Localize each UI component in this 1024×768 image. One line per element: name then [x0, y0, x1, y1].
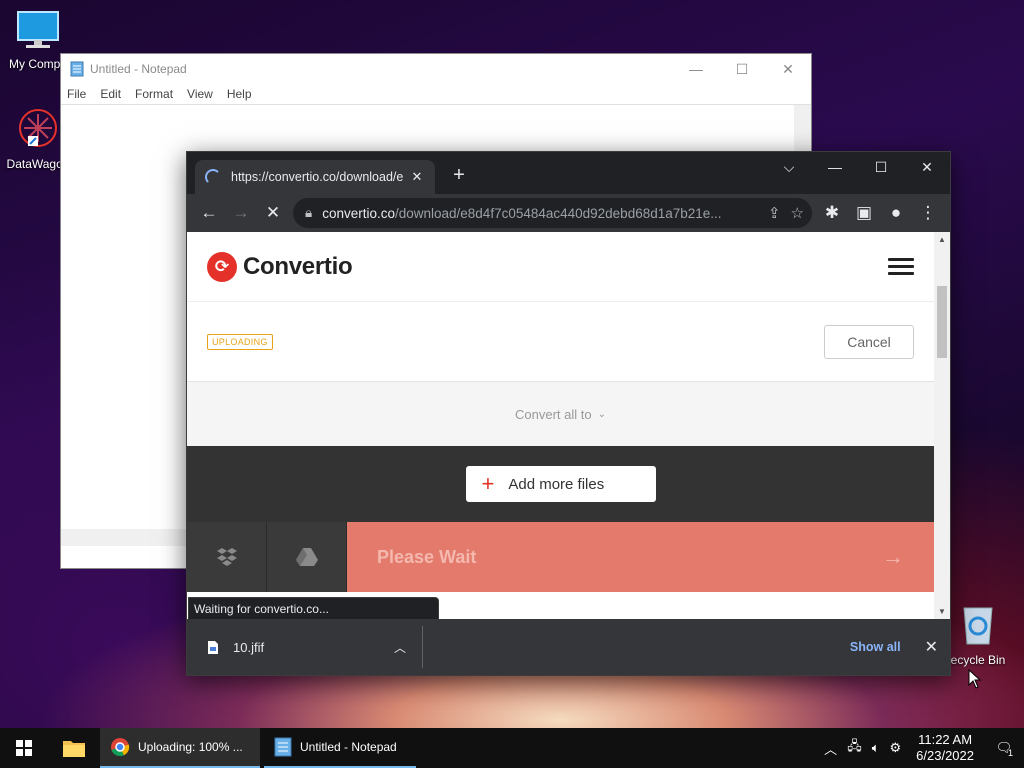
clock-date: 6/23/2022 — [916, 748, 974, 763]
google-drive-icon — [295, 548, 318, 566]
system-tray: ︿ 🖧︎ 🔈︎ ⚙︎ 11:22 AM 6/23/2022 🗨︎ 1 — [819, 728, 1024, 768]
taskbar-notepad-app[interactable]: Untitled - Notepad — [264, 728, 416, 768]
minimize-button[interactable]: — — [673, 61, 719, 78]
action-row: Please Wait → — [187, 522, 934, 592]
scrollbar-thumb[interactable] — [937, 286, 947, 358]
maximize-button[interactable]: ☐ — [858, 152, 904, 182]
please-wait-label: Please Wait — [377, 546, 477, 567]
page-viewport: ⟳ Convertio UPLOADING Cancel Convert all… — [187, 232, 934, 619]
notification-icon: 🗨︎ — [995, 740, 1013, 755]
download-filename: 10.jfif — [233, 639, 265, 655]
add-more-files-label: Add more files — [508, 475, 605, 493]
computer-icon — [17, 11, 59, 48]
clock[interactable]: 11:22 AM 6/23/2022 — [906, 732, 984, 764]
minimize-button[interactable]: — — [812, 152, 858, 182]
close-shelf-icon[interactable]: ✕ — [925, 637, 938, 657]
address-bar[interactable]: 🔒︎ convertio.co/download/e8d4f7c05484ac4… — [293, 198, 812, 228]
volume-icon[interactable]: 🔈︎ — [867, 740, 885, 756]
menu-kebab-icon[interactable]: ⋮ — [912, 203, 944, 223]
dropbox-icon — [216, 548, 237, 566]
settings-gear-icon[interactable]: ⚙︎ — [885, 740, 907, 756]
close-button[interactable]: ✕ — [904, 152, 950, 182]
site-header: ⟳ Convertio — [187, 232, 934, 302]
windows-logo-icon — [16, 740, 32, 756]
taskbar-app-label: Uploading: 100% ... — [138, 740, 243, 754]
file-icon — [208, 640, 218, 654]
file-upload-row: UPLOADING Cancel — [187, 302, 934, 382]
maximize-button[interactable]: ☐ — [719, 61, 765, 78]
lock-icon: 🔒︎ — [305, 205, 313, 220]
tab-search-chevron-icon[interactable]: ⌵ — [766, 152, 812, 182]
status-badge: UPLOADING — [207, 333, 273, 350]
menu-view[interactable]: View — [187, 87, 213, 101]
notepad-title: Untitled - Notepad — [90, 62, 187, 76]
scroll-down-arrow-icon[interactable]: ▼ — [934, 607, 950, 616]
chevron-down-icon: ⌄ — [597, 408, 606, 420]
notepad-titlebar[interactable]: Untitled - Notepad — ☐ ✕ — [61, 54, 811, 84]
file-explorer-button[interactable] — [48, 728, 100, 768]
convertio-logo-icon[interactable]: ⟳ — [207, 251, 237, 282]
site-logo-text[interactable]: Convertio — [243, 253, 353, 281]
notification-count: 1 — [1008, 748, 1014, 758]
desktop-icon-recycle-bin[interactable]: ecycle Bin — [940, 602, 1016, 667]
tab-strip: https://convertio.co/download/e ✕ + ⌵ — … — [187, 152, 950, 194]
extensions-puzzle-icon[interactable]: ✱ — [816, 203, 848, 223]
url-path: /download/e8d4f7c05484ac440d92debd68d1a7… — [394, 205, 722, 221]
profile-icon[interactable]: ● — [880, 203, 912, 223]
taskbar-app-label: Untitled - Notepad — [300, 740, 397, 754]
side-panel-icon[interactable]: ▣ — [848, 203, 880, 223]
scroll-up-arrow-icon[interactable]: ▲ — [934, 235, 950, 244]
share-icon[interactable]: ⇪ — [768, 204, 781, 222]
convert-all-label: Convert all to — [515, 406, 592, 422]
notepad-icon — [70, 61, 84, 77]
forward-button[interactable]: → — [225, 203, 257, 223]
new-tab-button[interactable]: + — [447, 164, 471, 187]
menu-edit[interactable]: Edit — [100, 87, 121, 101]
notepad-icon — [274, 737, 292, 757]
browser-tab[interactable]: https://convertio.co/download/e ✕ — [195, 160, 435, 194]
menu-format[interactable]: Format — [135, 87, 173, 101]
taskbar: Uploading: 100% ... Untitled - Notepad ︿… — [0, 728, 1024, 768]
dropbox-button[interactable] — [187, 522, 267, 592]
back-button[interactable]: ← — [193, 203, 225, 223]
convert-all-row[interactable]: Convert all to ⌄ — [187, 382, 934, 446]
bookmark-star-icon[interactable]: ☆ — [791, 204, 804, 222]
datawagon-icon — [19, 109, 57, 147]
google-drive-button[interactable] — [267, 522, 347, 592]
tab-close-icon[interactable]: ✕ — [409, 169, 425, 185]
tab-title: https://convertio.co/download/e — [231, 170, 403, 184]
download-item[interactable]: 10.jfif ︿ — [187, 626, 423, 668]
chevron-up-icon[interactable]: ︿ — [394, 639, 406, 656]
taskbar-chrome-app[interactable]: Uploading: 100% ... — [100, 728, 260, 768]
add-more-files-button[interactable]: + Add more files — [465, 466, 656, 502]
network-icon[interactable]: 🖧︎ — [842, 737, 867, 759]
plus-icon: + — [481, 471, 495, 496]
browser-toolbar: ← → ✕ 🔒︎ convertio.co/download/e8d4f7c05… — [187, 194, 950, 232]
clock-time: 11:22 AM — [918, 732, 973, 747]
notification-center-button[interactable]: 🗨︎ 1 — [984, 740, 1024, 758]
add-files-area: + Add more files — [187, 446, 934, 522]
show-hidden-icons-chevron-icon[interactable]: ︿ — [819, 739, 842, 758]
menu-file[interactable]: File — [67, 87, 86, 101]
mouse-cursor-icon — [968, 669, 982, 689]
loading-spinner-icon — [205, 169, 221, 185]
cancel-button[interactable]: Cancel — [824, 324, 914, 359]
recycle-bin-icon — [963, 607, 993, 645]
stop-loading-button[interactable]: ✕ — [257, 203, 289, 223]
arrow-right-icon: → — [882, 544, 904, 569]
please-wait-button[interactable]: Please Wait → — [347, 522, 934, 592]
url-host: convertio.co — [322, 205, 395, 221]
notepad-menubar: File Edit Format View Help — [61, 84, 811, 104]
start-button[interactable] — [0, 728, 48, 768]
show-all-button[interactable]: Show all — [850, 640, 901, 654]
close-button[interactable]: ✕ — [765, 61, 811, 78]
hamburger-menu-icon[interactable] — [888, 254, 914, 279]
folder-icon — [63, 741, 85, 757]
page-scrollbar[interactable]: ▲ ▼ — [934, 232, 950, 619]
download-shelf: 10.jfif ︿ Show all ✕ — [187, 619, 950, 675]
desktop-icon-label: ecycle Bin — [950, 653, 1006, 667]
chrome-icon — [111, 738, 130, 757]
chrome-window[interactable]: https://convertio.co/download/e ✕ + ⌵ — … — [186, 151, 951, 676]
menu-help[interactable]: Help — [227, 87, 252, 101]
